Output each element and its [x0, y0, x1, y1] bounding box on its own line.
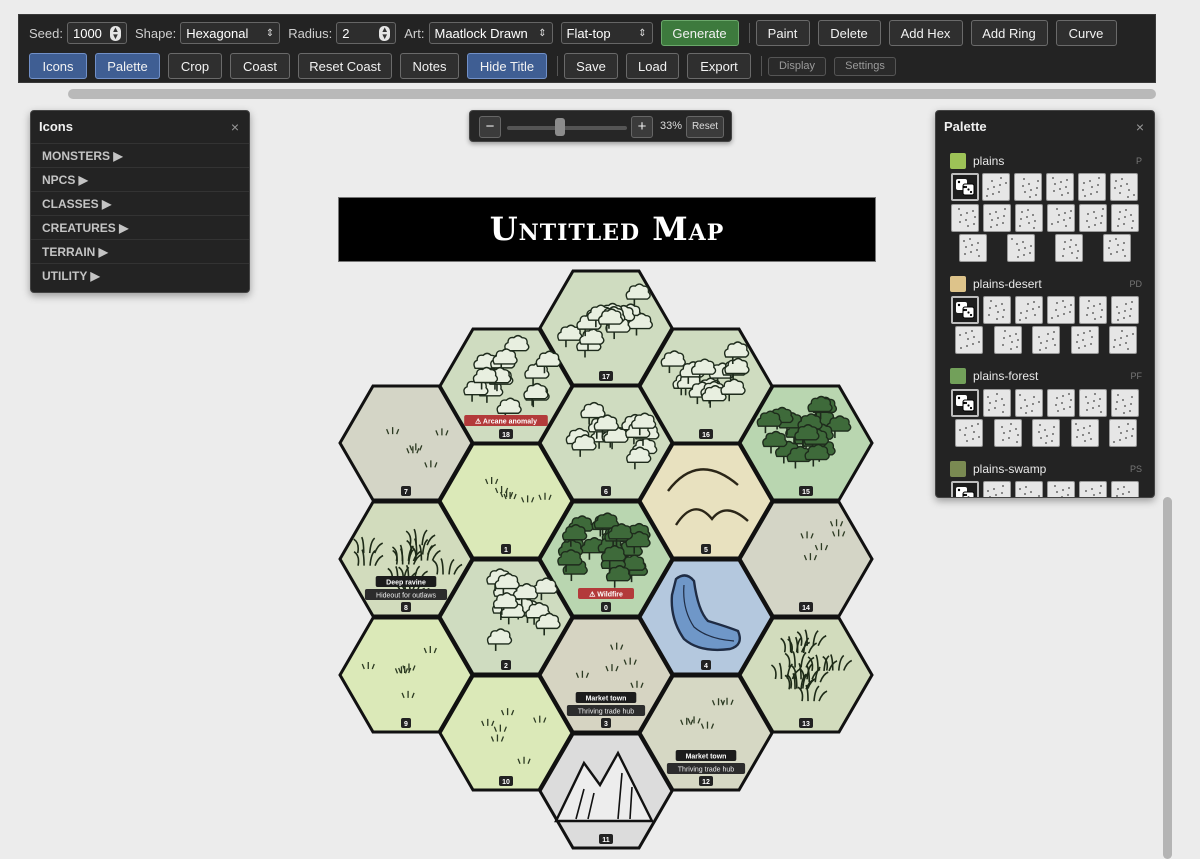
hex-number: 11 [602, 837, 610, 844]
warning-marker[interactable]: ⚠ Arcane anomaly [464, 415, 548, 426]
note-title: Market town [586, 695, 627, 702]
hex-number: 17 [602, 374, 610, 381]
note-title: Deep ravine [386, 579, 426, 586]
hex-number: 0 [604, 605, 608, 612]
hex-number: 12 [702, 779, 710, 786]
note-text: Thriving trade hub [678, 766, 735, 773]
hex-number: 18 [502, 432, 510, 439]
warning-marker[interactable]: ⚠ Wildfire [578, 588, 634, 599]
hex-number: 4 [704, 663, 708, 670]
note-title: Market town [686, 753, 727, 760]
hex-number: 2 [504, 663, 508, 670]
hex-number: 14 [802, 605, 810, 612]
note-text: Hideout for outlaws [376, 592, 436, 599]
hex-number: 9 [404, 721, 408, 728]
hex-number: 16 [702, 432, 710, 439]
hex-number: 8 [404, 605, 408, 612]
hex-number: 6 [604, 489, 608, 496]
hex-number: 10 [502, 779, 510, 786]
hex-map[interactable]: 0123456789101112131415161718⚠ Arcane ano… [0, 0, 1200, 859]
hex-number: 5 [704, 547, 708, 554]
hex-number: 1 [504, 547, 508, 554]
hex-number: 7 [404, 489, 408, 496]
hex-number: 13 [802, 721, 810, 728]
warning-text: ⚠ Arcane anomaly [475, 417, 537, 425]
note-text: Thriving trade hub [578, 708, 635, 715]
warning-text: ⚠ Wildfire [589, 590, 623, 598]
hex-number: 15 [802, 489, 810, 496]
hex-number: 3 [604, 721, 608, 728]
